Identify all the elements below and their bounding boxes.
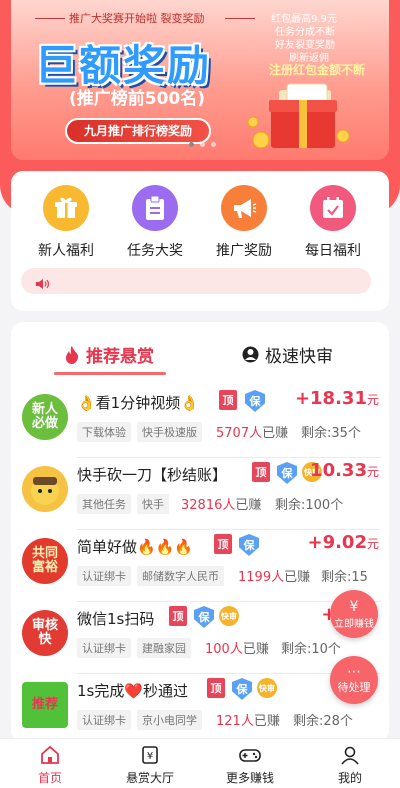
home-icon [41, 745, 59, 764]
task-earned-count: 100人已赚 [205, 642, 269, 657]
speaker-icon [35, 275, 51, 294]
task-thumbnail: 审核快 [22, 610, 68, 656]
category-label: 新人福利 [38, 243, 94, 259]
task-tag: 京小电同学 [137, 710, 202, 730]
calendar-check-icon [310, 185, 356, 231]
task-tags: 认证绑卡 建融家园 [77, 638, 191, 658]
svg-text:¥: ¥ [147, 751, 153, 762]
banner-rank-text: (推广榜前500名) [69, 89, 206, 109]
task-tag: 认证绑卡 [77, 638, 131, 658]
profile-icon [341, 746, 359, 765]
tab-label: 极速快审 [265, 347, 333, 367]
task-thumbnail [22, 466, 68, 512]
pinned-badge: 顶 [169, 606, 187, 626]
category-label: 每日福利 [305, 243, 361, 259]
task-earned-count: 121人已赚 [216, 714, 280, 729]
task-tag: 其他任务 [77, 494, 131, 514]
task-thumbnail: 共同富裕 [22, 538, 68, 584]
task-tags: 下载体验 快手极速版 [77, 422, 202, 442]
task-price: 10.33元 [310, 460, 379, 481]
gift-icon [43, 185, 89, 231]
category-newbie-welfare[interactable]: 新人福利 [26, 185, 106, 260]
gift-box-illustration [247, 83, 350, 149]
earn-now-button[interactable]: ¥ 立即赚钱 [330, 590, 378, 638]
guarantee-badge: 保 [194, 606, 214, 628]
task-remaining: 剩余:35个 [301, 426, 361, 441]
task-tag: 建融家园 [137, 638, 191, 658]
task-tags: 认证绑卡 邮储数字人民币 [77, 566, 224, 586]
category-label: 推广奖励 [216, 243, 272, 259]
pending-button[interactable]: ⋯ 待处理 [330, 656, 378, 704]
task-price: +9.02元 [307, 532, 379, 553]
reward-hall-icon: ¥ [142, 746, 158, 764]
divider [225, 18, 255, 19]
task-remaining: 剩余:10个 [281, 642, 341, 657]
active-tab-indicator [54, 372, 166, 375]
category-promo-reward[interactable]: 推广奖励 [204, 185, 284, 260]
gamepad-icon [239, 749, 261, 762]
task-item[interactable]: 共同富裕 简单好做🔥🔥🔥 顶 保 +9.02元 认证绑卡 邮储数字人民币 119… [11, 530, 389, 602]
pinned-badge: 顶 [252, 462, 270, 482]
task-earned-count: 1199人已赚 [238, 570, 311, 585]
nav-reward-hall[interactable]: ¥ 悬赏大厅 [100, 739, 200, 788]
task-remaining: 剩余:100个 [275, 498, 344, 513]
announcement-bar[interactable] [21, 268, 371, 294]
clipboard-icon [132, 185, 178, 231]
nav-more-earnings[interactable]: 更多赚钱 [200, 739, 300, 788]
category-daily-welfare[interactable]: 每日福利 [293, 185, 373, 260]
task-price: +18.31元 [294, 388, 379, 409]
task-title: 快手砍一刀【秒结账】 [77, 466, 228, 484]
tab-fast-review[interactable]: 极速快审 [242, 342, 333, 367]
guarantee-badge: 保 [277, 462, 297, 484]
flame-icon [66, 345, 79, 364]
fast-review-badge: 快审 [257, 678, 277, 698]
task-title: 微信1s扫码 [77, 610, 155, 628]
tab-label: 推荐悬赏 [86, 347, 154, 367]
task-remaining: 剩余:28个 [293, 714, 353, 729]
category-label: 任务大奖 [127, 243, 183, 259]
task-item[interactable]: 新人必做 👌看1分钟视频👌 顶 保 +18.31元 下载体验 快手极速版 570… [11, 386, 389, 458]
task-item[interactable]: 快手砍一刀【秒结账】 顶 保 快审 10.33元 其他任务 快手 32816人已… [11, 458, 389, 530]
task-tags: 其他任务 快手 [77, 494, 169, 514]
promo-banner[interactable]: 推广大奖赛开始啦 裂变奖励 巨额奖励 (推广榜前500名) 九月推广排行榜奖励 … [11, 0, 389, 160]
carousel-indicator[interactable] [189, 142, 216, 147]
divider [35, 18, 65, 19]
task-earned-count: 32816人已赚 [181, 498, 262, 513]
pinned-badge: 顶 [207, 678, 225, 698]
tab-recommended[interactable]: 推荐悬赏 [64, 342, 154, 367]
task-title: 👌看1分钟视频👌 [77, 394, 199, 412]
yuan-icon: ¥ [349, 598, 359, 615]
guarantee-badge: 保 [245, 390, 265, 412]
task-tag: 认证绑卡 [77, 710, 131, 730]
banner-subtitle: 推广大奖赛开始啦 裂变奖励 [69, 12, 205, 25]
fast-review-badge: 快审 [219, 606, 239, 626]
task-tag: 快手极速版 [137, 422, 202, 442]
task-tags: 认证绑卡 京小电同学 [77, 710, 202, 730]
nav-home[interactable]: 首页 [0, 739, 100, 788]
pinned-badge: 顶 [219, 390, 237, 410]
task-title: 1s完成❤️秒通过 [77, 682, 189, 700]
task-thumbnail: 推荐 [22, 682, 68, 728]
task-title: 简单好做🔥🔥🔥 [77, 538, 194, 556]
category-task-prize[interactable]: 任务大奖 [115, 185, 195, 260]
task-tag: 快手 [137, 494, 169, 514]
chat-icon: ⋯ [347, 664, 361, 680]
user-icon [242, 346, 259, 363]
pinned-badge: 顶 [214, 534, 232, 554]
guarantee-badge: 保 [232, 678, 252, 700]
task-earned-count: 5707人已赚 [216, 426, 289, 441]
megaphone-icon [221, 185, 267, 231]
task-remaining: 剩余:15 [321, 570, 368, 585]
banner-pill: 九月推广排行榜奖励 [65, 118, 211, 144]
guarantee-badge: 保 [239, 534, 259, 556]
task-tag: 邮储数字人民币 [137, 566, 224, 586]
nav-profile[interactable]: 我的 [300, 739, 400, 788]
bottom-nav: 首页 ¥ 悬赏大厅 更多赚钱 我的 [0, 738, 400, 788]
task-tag: 认证绑卡 [77, 566, 131, 586]
task-tag: 下载体验 [77, 422, 131, 442]
task-thumbnail: 新人必做 [22, 394, 68, 440]
